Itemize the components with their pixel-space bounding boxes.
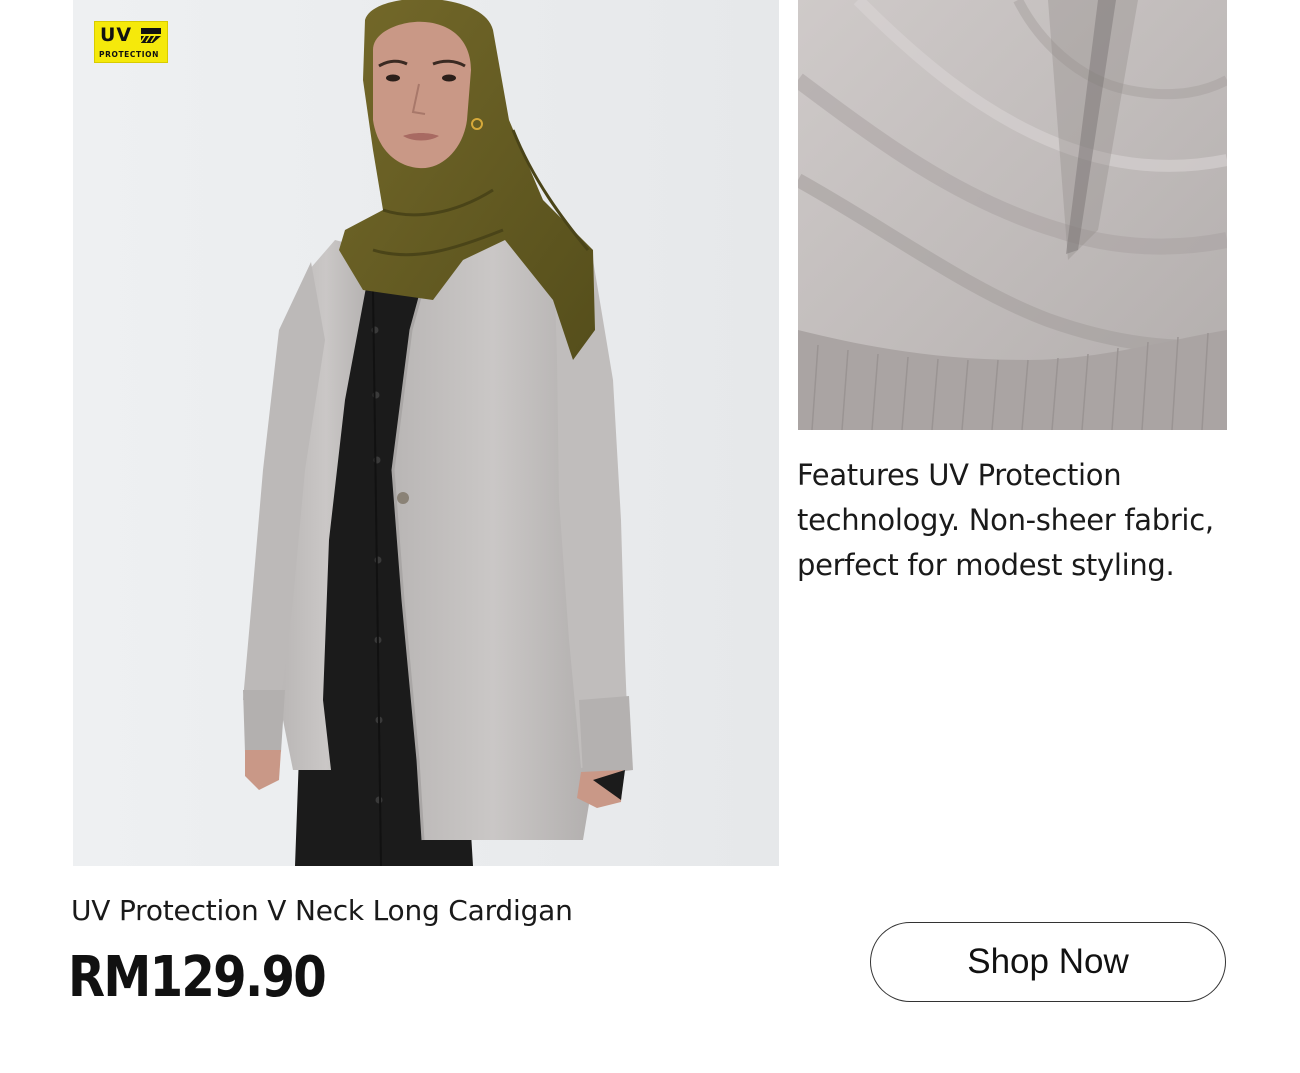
- product-photo: [73, 0, 779, 866]
- feature-line: Features UV Protection: [797, 458, 1122, 492]
- product-price: RM129.90: [68, 945, 327, 1010]
- fabric-closeup-photo: [798, 0, 1227, 430]
- shop-now-label: Shop Now: [967, 942, 1129, 981]
- uv-protection-badge: UV PROTECTION: [94, 21, 168, 63]
- feature-description: Features UV Protection technology. Non-s…: [797, 453, 1267, 588]
- uv-badge-label: UV: [100, 24, 133, 46]
- feature-line: technology. Non-sheer fabric,: [797, 503, 1214, 537]
- feature-line: perfect for modest styling.: [797, 548, 1175, 582]
- model-illustration: [73, 0, 779, 866]
- product-name[interactable]: UV Protection V Neck Long Cardigan: [71, 891, 573, 931]
- uv-protection-icon: [139, 26, 163, 48]
- fabric-illustration: [798, 0, 1227, 430]
- uv-badge-sublabel: PROTECTION: [99, 50, 159, 59]
- shop-now-button[interactable]: Shop Now: [870, 922, 1226, 1002]
